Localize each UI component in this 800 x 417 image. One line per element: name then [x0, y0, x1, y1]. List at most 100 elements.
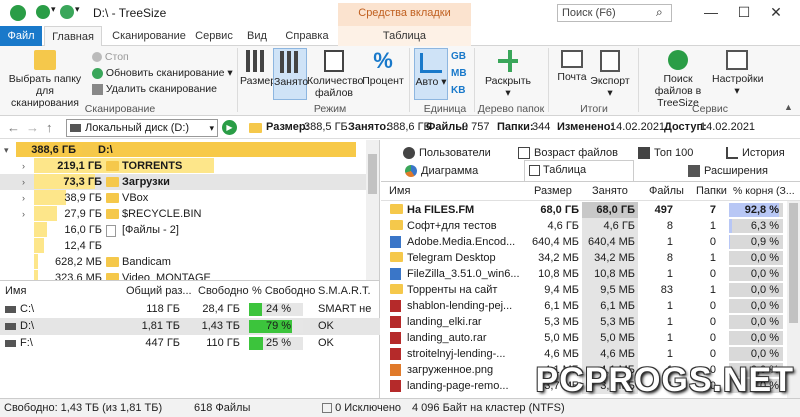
drive-row[interactable]: C:\118 ГБ28,4 ГБSMART не ...24 %: [0, 301, 380, 332]
mode-percent-button[interactable]: % Процент: [362, 50, 404, 88]
table-row[interactable]: landing_elki.rar 5,3 МБ 5,3 МБ 1 0 0,0 %: [381, 314, 786, 330]
expand-button[interactable]: Раскрыть ▾: [484, 50, 532, 99]
col-header-occupied[interactable]: Занято: [592, 182, 628, 200]
tree-scroll-thumb[interactable]: [368, 154, 377, 194]
tree-row[interactable]: ▾ 388,6 ГБ D:\: [0, 142, 366, 158]
mode-filecount-button[interactable]: Количество файлов: [307, 50, 363, 99]
col-header-folders[interactable]: Папки: [696, 182, 727, 200]
tab-chart[interactable]: Диаграмма: [403, 162, 478, 180]
tab-table[interactable]: Таблица: [338, 26, 471, 46]
quick-dropdown-icon-2[interactable]: ▾: [75, 4, 80, 15]
mail-button[interactable]: Почта: [554, 50, 590, 83]
table-row[interactable]: Telegram Desktop 34,2 МБ 34,2 МБ 8 1 0,0 %: [381, 250, 786, 266]
chevron-down-icon[interactable]: ▾: [4, 142, 9, 158]
table-row[interactable]: landing_auto.rar 5,0 МБ 5,0 МБ 1 0 0,0 %: [381, 330, 786, 346]
unit-mb-button[interactable]: MB: [451, 68, 467, 80]
tab-view[interactable]: Вид: [240, 26, 274, 46]
tree-scrollbar[interactable]: [366, 140, 379, 280]
mode-occupied-button[interactable]: Занято: [273, 48, 308, 100]
table-row[interactable]: На FILES.FM 68,0 ГБ 68,0 ГБ 497 7 92,8 %: [381, 202, 786, 218]
tree-size: 16,0 ГБ: [64, 224, 102, 236]
tree-row[interactable]: › 38,9 ГБ VBox: [0, 190, 366, 206]
tab-service[interactable]: Сервис: [192, 26, 236, 46]
search-input[interactable]: Поиск (F6): [557, 4, 672, 22]
cell-name: shablon-lending-pej...: [407, 300, 513, 312]
tab-top100[interactable]: Топ 100: [636, 144, 693, 162]
table-row[interactable]: FileZilla_3.51.0_win6... 10,8 МБ 10,8 МБ 1 0…: [381, 266, 786, 282]
mode-size-button[interactable]: Размер: [240, 50, 276, 87]
drive-row[interactable]: F:\ 447 ГБ 110 ГБ OK 25 %: [0, 335, 380, 352]
free-pct-text: 24 %: [266, 303, 292, 315]
tab-extensions[interactable]: Расширения: [686, 162, 768, 180]
table-row[interactable]: stroitelnyj-lending-... 4,6 МБ 4,6 МБ 1 0 0,0…: [381, 346, 786, 362]
cell-name: загруженное.png: [407, 364, 494, 376]
col-header-size[interactable]: Размер: [534, 182, 572, 200]
refresh-scan-button[interactable]: Обновить сканирование ▾: [92, 67, 233, 79]
drives-header-name[interactable]: Имя: [5, 283, 26, 299]
chevron-right-icon[interactable]: ›: [22, 174, 25, 190]
folder-icon: [106, 209, 119, 219]
drives-header-total[interactable]: Общий раз...: [126, 283, 192, 299]
start-scan-icon[interactable]: ▶: [222, 120, 237, 135]
files-value: 9 757: [462, 121, 490, 133]
unit-gb-button[interactable]: GB: [451, 51, 466, 63]
tab-history[interactable]: История: [724, 144, 785, 162]
cell-size: 34,2 МБ: [538, 252, 579, 264]
chevron-right-icon[interactable]: ›: [22, 158, 25, 174]
quick-scan-icon[interactable]: [36, 5, 50, 19]
maximize-button[interactable]: ☐: [730, 2, 758, 22]
drive-select[interactable]: Локальный диск (D:) ▾: [66, 119, 218, 137]
export-button[interactable]: Экспорт ▾: [590, 50, 630, 99]
tree-row[interactable]: › 219,1 ГБ TORRENTS: [0, 158, 366, 174]
table-row[interactable]: Софт+для тестов 4,6 ГБ 4,6 ГБ 8 1 6,3 %: [381, 218, 786, 234]
folders-value: 344: [532, 121, 551, 133]
cell-folders: 0: [709, 332, 716, 344]
col-header-files[interactable]: Файлы: [649, 182, 684, 200]
tree-row[interactable]: › 27,9 ГБ $RECYCLE.BIN: [0, 206, 366, 222]
delete-scan-button[interactable]: Удалить сканирование: [92, 83, 217, 95]
tab-scan[interactable]: Сканирование: [106, 26, 192, 46]
drive-smart: OK: [318, 320, 334, 332]
tree-row[interactable]: 12,4 ГБ: [0, 238, 366, 254]
tab-table-view[interactable]: Таблица: [524, 160, 634, 182]
occupied-bars-icon: [280, 51, 300, 73]
drive-row[interactable]: D:\ 1,81 ТБ 1,43 ТБ OK 79 %: [0, 318, 380, 335]
quick-refresh-icon[interactable]: [60, 5, 74, 19]
table-row[interactable]: Adobe.Media.Encod... 640,4 МБ 640,4 МБ 1 0 0,…: [381, 234, 786, 250]
chevron-right-icon[interactable]: ›: [22, 190, 25, 206]
close-button[interactable]: ✕: [762, 2, 790, 22]
drive-total: 447 ГБ: [145, 337, 180, 349]
up-arrow-icon[interactable]: ↑: [46, 120, 53, 135]
drives-header-free[interactable]: Свободно: [198, 283, 249, 299]
table-row[interactable]: Торренты на сайт 9,4 МБ 9,5 МБ 83 1 0,0 %: [381, 282, 786, 298]
back-arrow-icon[interactable]: ←: [7, 120, 20, 135]
forward-arrow-icon[interactable]: →: [26, 120, 39, 135]
drives-header-smart[interactable]: S.M.A.R.T.: [318, 283, 371, 299]
tab-file[interactable]: Файл: [0, 26, 42, 46]
unit-auto-button[interactable]: Авто ▾: [414, 48, 448, 100]
cell-size: 5,3 МБ: [544, 316, 579, 328]
cell-size: 5,0 МБ: [544, 332, 579, 344]
tab-users[interactable]: Пользователи: [401, 144, 491, 162]
quick-dropdown-icon[interactable]: ▾: [51, 4, 56, 15]
tab-home[interactable]: Главная: [44, 26, 102, 47]
table-row[interactable]: shablon-lending-pej... 6,1 МБ 6,1 МБ 1 0 0,0 …: [381, 298, 786, 314]
drives-header-pct[interactable]: % Свободно: [252, 283, 315, 299]
col-header-pct[interactable]: % корня (З...: [733, 182, 795, 200]
unit-kb-button[interactable]: KB: [451, 85, 465, 97]
minimize-button[interactable]: —: [697, 2, 725, 22]
col-header-name[interactable]: Имя: [389, 182, 410, 200]
chevron-right-icon[interactable]: ›: [22, 206, 25, 222]
tab-help[interactable]: Справка: [282, 26, 332, 46]
tree-row[interactable]: 16,0 ГБ [Файлы - 2]: [0, 222, 366, 238]
ribbon-collapse-icon[interactable]: ▲: [784, 102, 793, 112]
table-scroll-thumb[interactable]: [789, 203, 798, 323]
search-icon[interactable]: ⌕: [656, 5, 663, 20]
settings-button[interactable]: Настройки ▾: [712, 50, 764, 97]
search-files-button[interactable]: Поиск файлов в TreeSize: [644, 50, 712, 109]
cell-occupied: 6,1 МБ: [600, 300, 635, 312]
select-folder-button[interactable]: Выбрать папку для сканирования: [4, 50, 86, 109]
stop-button[interactable]: Стоп: [92, 51, 129, 63]
tree-row[interactable]: › 73,3 ГБ Загрузки: [0, 174, 366, 190]
tree-row[interactable]: 628,2 МБ Bandicam: [0, 254, 366, 270]
